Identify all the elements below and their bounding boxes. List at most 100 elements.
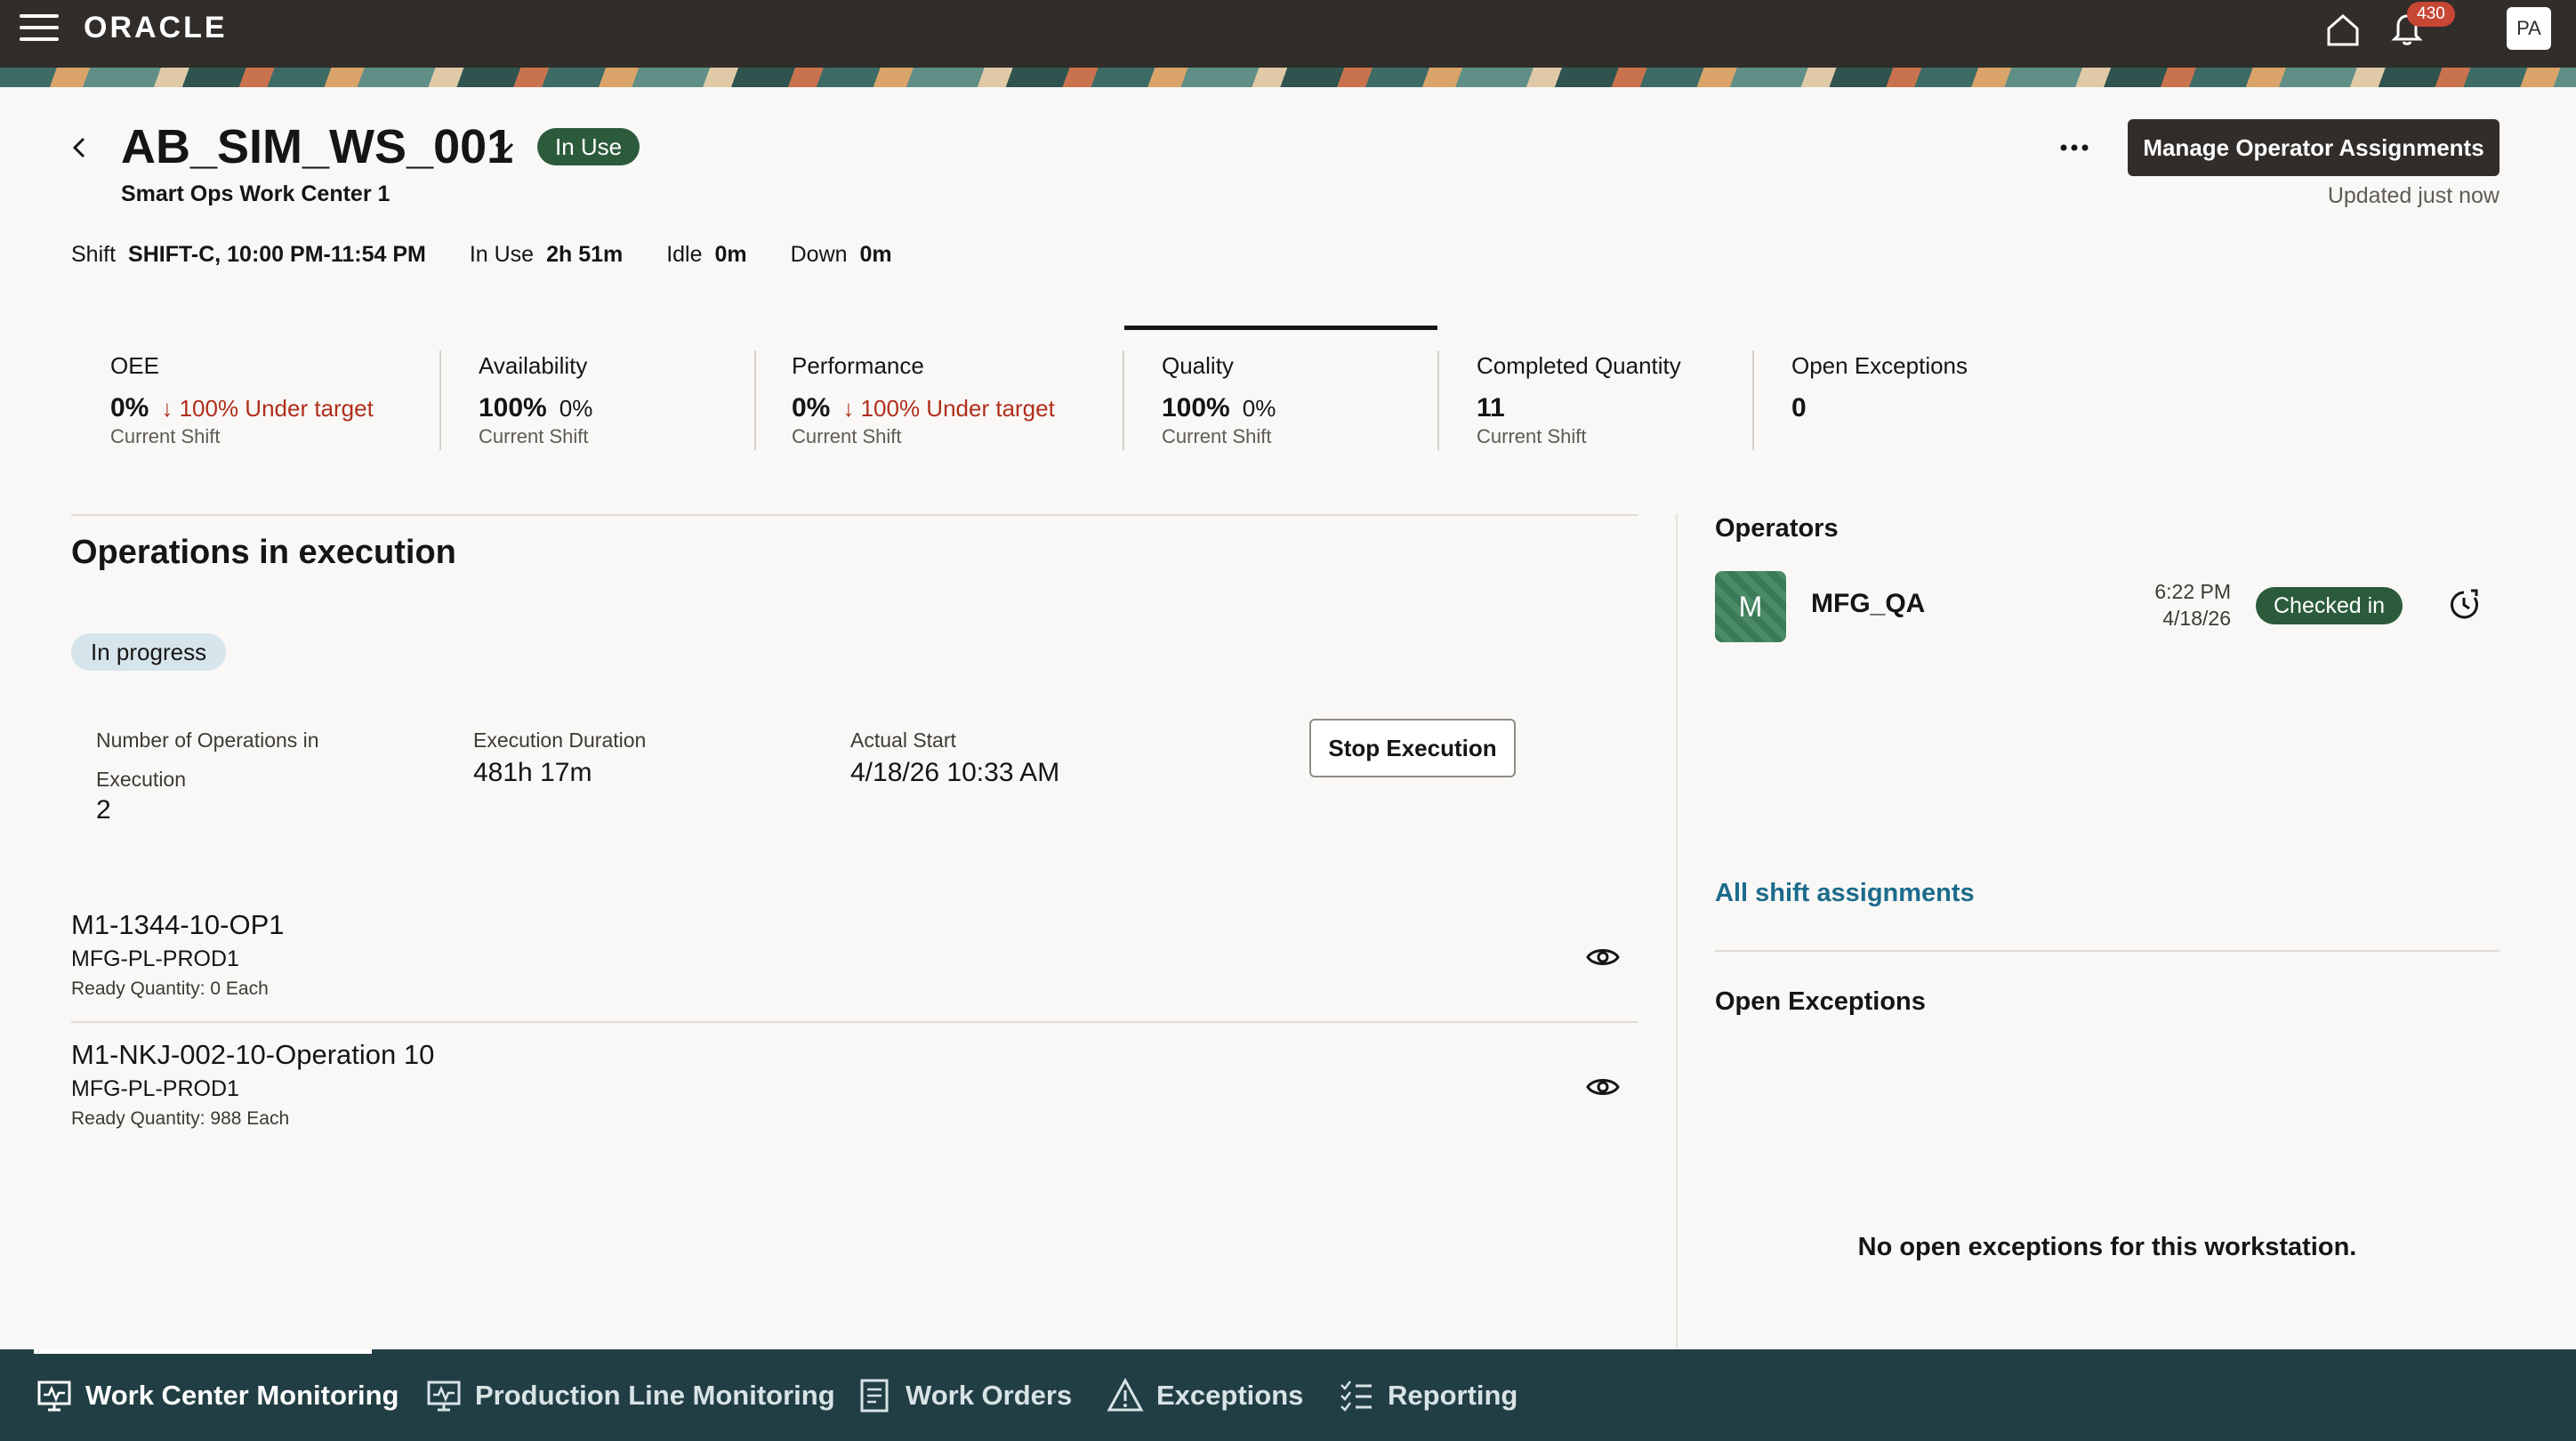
metric-completed-quantity[interactable]: Completed Quantity 11 Current Shift <box>1477 326 1752 459</box>
metric-value: 0% <box>792 393 831 423</box>
metric-value: 0 <box>1791 393 1807 423</box>
in-progress-badge: In progress <box>71 633 227 671</box>
metric-label: Completed Quantity <box>1477 352 1681 379</box>
idle-label: Idle <box>666 242 703 267</box>
divider <box>439 350 441 450</box>
metric-value: 11 <box>1477 393 1505 423</box>
nav-exceptions[interactable]: Exceptions <box>1107 1349 1303 1441</box>
nav-production-line-monitoring[interactable]: Production Line Monitoring <box>425 1349 835 1441</box>
divider <box>1123 350 1124 450</box>
actual-start-label: Actual Start <box>850 729 956 752</box>
metric-delta: ↓ 100% Under target <box>161 395 374 422</box>
bottom-navigation: Work Center Monitoring Production Line M… <box>0 1349 2576 1441</box>
execution-duration-label: Execution Duration <box>473 729 647 752</box>
metric-label: Open Exceptions <box>1791 352 1968 379</box>
divider <box>1676 514 1678 1350</box>
nav-label: Exceptions <box>1156 1379 1304 1411</box>
operators-section-title: Operators <box>1715 514 1839 543</box>
page-subtitle: Smart Ops Work Center 1 <box>121 181 390 206</box>
production-line: MFG-PL-PROD1 <box>71 1076 239 1101</box>
shift-label: Shift <box>71 242 117 267</box>
monitor-icon <box>427 1381 461 1411</box>
empty-exceptions-message: No open exceptions for this workstation. <box>1857 1233 2357 1261</box>
checked-in-badge: Checked in <box>2256 587 2403 624</box>
metric-quality[interactable]: Quality 100% 0% Current Shift <box>1162 326 1437 459</box>
manage-operator-assignments-button[interactable]: Manage Operator Assignments <box>2128 119 2500 176</box>
num-operations-label-line1: Number of Operations in <box>96 729 319 752</box>
metric-performance[interactable]: Performance 0% ↓ 100% Under target Curren… <box>792 326 1121 459</box>
user-avatar[interactable]: PA <box>2507 7 2551 50</box>
down-label: Down <box>790 242 848 267</box>
metric-value: 0% <box>110 393 149 423</box>
metric-delta: 0% <box>1242 395 1276 422</box>
open-exceptions-section-title: Open Exceptions <box>1715 987 1926 1016</box>
document-icon <box>860 1379 889 1412</box>
divider <box>71 1021 1638 1023</box>
shift-value: SHIFT-C, 10:00 PM-11:54 PM <box>128 242 426 267</box>
metrics-row: OEE 0% ↓ 100% Under target Current Shift … <box>0 326 2576 459</box>
production-line: MFG-PL-PROD1 <box>71 946 239 971</box>
warning-icon <box>1107 1377 1144 1411</box>
stop-execution-button[interactable]: Stop Execution <box>1309 719 1516 777</box>
divider <box>1715 950 2500 952</box>
view-eye-icon[interactable] <box>1585 1069 1621 1105</box>
list-item[interactable]: M1-NKJ-002-10-Operation 10 MFG-PL-PROD1 … <box>71 1039 1638 1137</box>
nav-label: Work Orders <box>906 1379 1073 1411</box>
nav-label: Reporting <box>1388 1379 1518 1411</box>
list-item[interactable]: M1-1344-10-OP1 MFG-PL-PROD1 Ready Quanti… <box>71 909 1638 1007</box>
nav-label: Production Line Monitoring <box>475 1379 835 1411</box>
divider <box>71 514 1638 516</box>
nav-work-center-monitoring[interactable]: Work Center Monitoring <box>36 1349 398 1441</box>
notification-count-badge: 430 <box>2407 2 2455 27</box>
oracle-logo: ORACLE <box>84 11 228 44</box>
metric-availability[interactable]: Availability 100% 0% Current Shift <box>479 326 754 459</box>
checkin-date: 4/18/26 <box>2162 607 2231 630</box>
metric-subtext: Current Shift <box>110 425 221 447</box>
actual-start-value: 4/18/26 10:33 AM <box>850 758 1060 787</box>
operation-name: M1-1344-10-OP1 <box>71 909 285 940</box>
operator-name: MFG_QA <box>1811 589 1926 618</box>
metric-oee[interactable]: OEE 0% ↓ 100% Under target Current Shift <box>110 326 439 459</box>
metric-value: 100% <box>479 393 547 423</box>
idle-value: 0m <box>714 242 747 267</box>
decorative-banner <box>0 68 2576 87</box>
down-value: 0m <box>859 242 892 267</box>
nav-label: Work Center Monitoring <box>85 1379 399 1411</box>
metric-delta: ↓ 100% Under target <box>842 395 1055 422</box>
status-badge: In Use <box>537 128 640 165</box>
operator-avatar: M <box>1715 571 1786 642</box>
metric-subtext: Current Shift <box>1162 425 1272 447</box>
monitor-icon <box>37 1381 71 1411</box>
metric-subtext: Current Shift <box>479 425 589 447</box>
hamburger-menu-icon[interactable] <box>20 14 59 43</box>
more-options-icon[interactable] <box>2055 132 2094 164</box>
chevron-down-icon[interactable] <box>489 133 519 164</box>
updated-timestamp: Updated just now <box>2327 183 2500 208</box>
shift-summary: Shift SHIFT-C, 10:00 PM-11:54 PM In Use 2h… <box>71 242 930 268</box>
check-out-icon[interactable] <box>2444 585 2483 624</box>
nav-reporting[interactable]: Reporting <box>1338 1349 1517 1441</box>
all-shift-assignments-link[interactable]: All shift assignments <box>1715 879 1975 908</box>
home-icon[interactable] <box>2323 11 2363 50</box>
inuse-label: In Use <box>469 242 535 267</box>
operation-name: M1-NKJ-002-10-Operation 10 <box>71 1039 435 1070</box>
divider <box>754 350 756 450</box>
back-chevron-icon[interactable] <box>62 130 98 165</box>
ready-quantity: Ready Quantity: 988 Each <box>71 1108 290 1129</box>
nav-work-orders[interactable]: Work Orders <box>856 1349 1072 1441</box>
checkin-time: 6:22 PM <box>2154 580 2231 603</box>
divider <box>1752 350 1754 450</box>
num-operations-label-line2: Execution <box>96 768 187 791</box>
view-eye-icon[interactable] <box>1585 939 1621 975</box>
metric-open-exceptions[interactable]: Open Exceptions 0 <box>1791 326 2067 459</box>
ready-quantity: Ready Quantity: 0 Each <box>71 978 269 999</box>
metric-delta: 0% <box>559 395 593 422</box>
checkin-timestamp: 6:22 PM 4/18/26 <box>2153 578 2231 632</box>
page-title: AB_SIM_WS_001 <box>121 120 514 173</box>
inuse-value: 2h 51m <box>546 242 624 267</box>
metric-label: Quality <box>1162 352 1234 379</box>
metric-value: 100% <box>1162 393 1230 423</box>
app-header: ORACLE 430 PA <box>0 0 2576 68</box>
metric-subtext: Current Shift <box>1477 425 1587 447</box>
num-operations-value: 2 <box>96 795 111 825</box>
